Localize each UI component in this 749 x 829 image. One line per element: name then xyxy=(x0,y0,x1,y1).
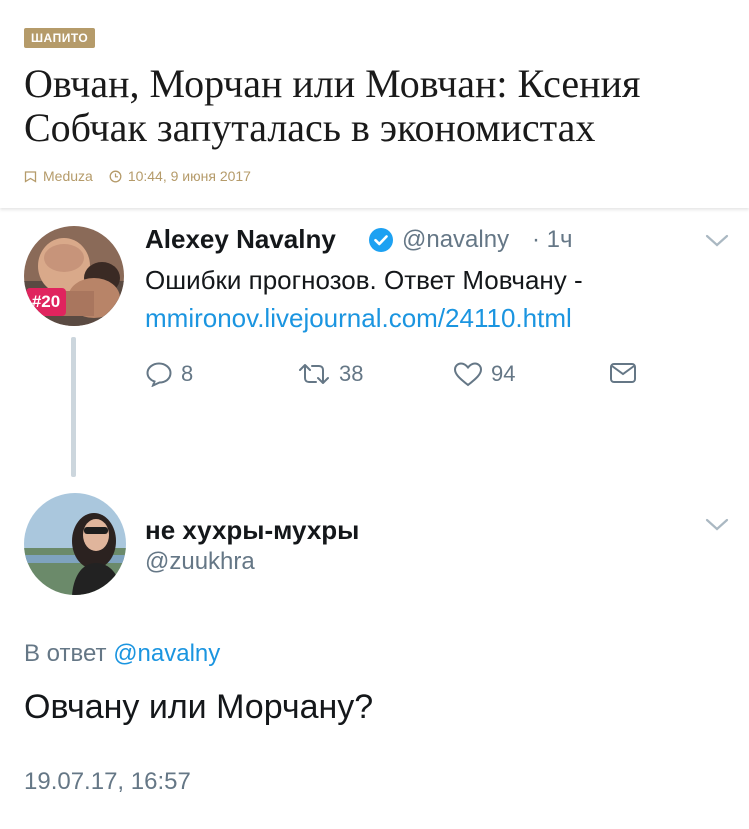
verified-badge-icon xyxy=(369,228,393,252)
thread-line xyxy=(71,337,76,477)
reply-to-handle[interactable]: @navalny xyxy=(113,640,220,667)
reply-icon xyxy=(146,362,172,387)
like-button[interactable]: 94 xyxy=(453,361,515,387)
reply-context-prefix: В ответ xyxy=(24,640,107,667)
article-datetime: 10:44, 9 июня 2017 xyxy=(127,168,251,184)
retweet-icon xyxy=(299,364,329,384)
tweet-link[interactable]: mmironov.livejournal.com/24110.html xyxy=(145,299,572,337)
like-count: 94 xyxy=(491,361,516,386)
avatar-navalny[interactable]: #20 xyxy=(24,226,124,326)
avatar-zuukhra[interactable] xyxy=(24,493,126,595)
tweet-author-handle[interactable]: @navalny xyxy=(402,226,509,254)
tweet-time[interactable]: · 1ч xyxy=(532,226,573,254)
like-icon xyxy=(453,362,483,387)
tweet-timestamp[interactable]: 19.07.17, 16:57 xyxy=(24,768,191,796)
tweet-author-name[interactable]: не хухры-мухры xyxy=(145,515,359,546)
dm-button[interactable] xyxy=(609,361,645,385)
tweet-text: Овчану или Морчану? xyxy=(24,688,374,726)
tweet-author-name[interactable]: Alexey Navalny xyxy=(145,224,336,255)
tweet-text: Ошибки прогнозов. Ответ Мовчану - xyxy=(145,265,583,295)
clock-icon xyxy=(109,170,122,183)
article-meta: Meduza 10:44, 9 июня 2017 xyxy=(24,168,251,184)
tweet-author-handle[interactable]: @zuukhra xyxy=(145,548,255,576)
section-tag[interactable]: ШАПИТО xyxy=(24,28,96,48)
article-source[interactable]: Meduza xyxy=(43,168,93,184)
avatar-badge: #20 xyxy=(26,288,66,316)
reply-count: 8 xyxy=(181,361,194,386)
retweet-count: 38 xyxy=(339,361,364,386)
bookmark-icon xyxy=(24,170,37,183)
dm-icon xyxy=(610,363,636,383)
article-card[interactable]: ШАПИТО Овчан, Морчан или Мовчан: Ксения … xyxy=(0,0,749,208)
chevron-down-icon[interactable] xyxy=(705,234,729,248)
article-headline[interactable]: Овчан, Морчан или Мовчан: Ксения Собчак … xyxy=(24,62,734,150)
reply-context: В ответ @navalny xyxy=(24,640,220,668)
chevron-down-icon[interactable] xyxy=(705,518,729,532)
reply-button[interactable]: 8 xyxy=(145,361,193,387)
retweet-button[interactable]: 38 xyxy=(297,361,363,387)
